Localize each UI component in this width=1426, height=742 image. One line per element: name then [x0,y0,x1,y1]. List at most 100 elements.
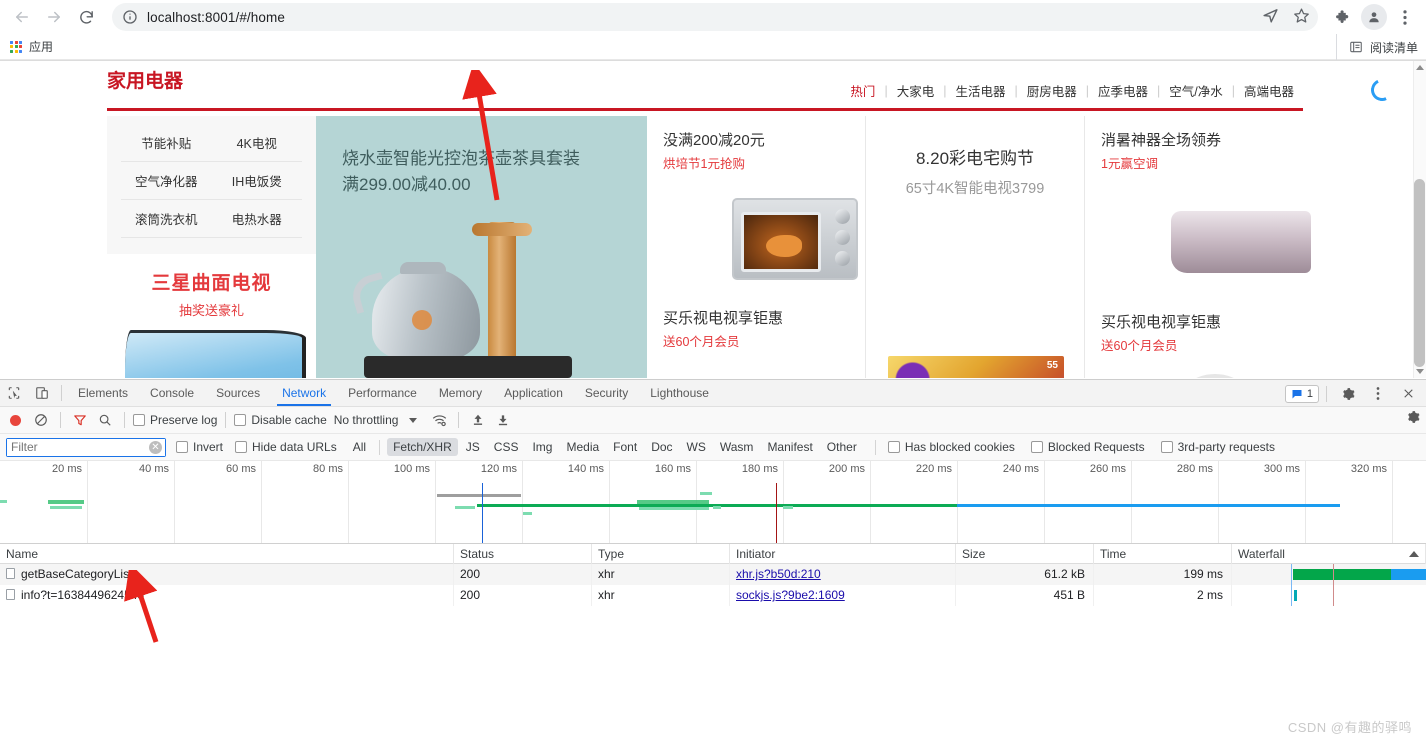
filter-type-ws[interactable]: WS [681,438,712,456]
scroll-up-arrow-icon[interactable] [1416,65,1424,70]
initiator-link[interactable]: sockjs.js?9be2:1609 [736,588,845,602]
profile-button[interactable] [1361,4,1387,30]
filter-type-media[interactable]: Media [560,438,605,456]
column-header-type[interactable]: Type [592,544,730,564]
quick-link-1[interactable]: 4K电视 [212,124,303,162]
cell-name[interactable]: getBaseCategoryList [0,564,454,585]
promo-cell-tv-festival[interactable]: 8.20彩电宅购节 65寸4K智能电视3799 55 [866,116,1085,378]
devtools-close-icon[interactable] [1394,381,1422,407]
nav-item-5[interactable]: 空气/净水 [1160,81,1231,100]
cell-waterfall[interactable] [1232,585,1426,606]
tab-elements[interactable]: Elements [67,380,139,406]
nav-item-6[interactable]: 高端电器 [1235,81,1303,100]
has-blocked-cookies-checkbox[interactable]: Has blocked cookies [888,440,1015,454]
devtools-settings-icon[interactable] [1334,381,1362,407]
address-bar[interactable]: localhost:8001/#/home [112,3,1318,31]
tab-lighthouse[interactable]: Lighthouse [639,380,720,406]
promo-samsung-tv[interactable]: 三星曲面电视 抽奖送豪礼 [107,254,316,378]
nav-item-2[interactable]: 生活电器 [946,81,1014,100]
tab-performance[interactable]: Performance [337,380,428,406]
export-har-icon[interactable] [492,409,514,431]
filter-type-font[interactable]: Font [607,438,643,456]
initiator-link[interactable]: xhr.js?b50d:210 [736,567,821,581]
filter-type-fetch-xhr[interactable]: Fetch/XHR [387,438,458,456]
clear-input-icon[interactable]: ✕ [149,441,162,454]
kettle-banner[interactable]: 烧水壶智能光控泡茶壶茶具套装 满299.00减40.00 [316,116,647,378]
quick-link-4[interactable]: 滚筒洗衣机 [121,200,212,238]
column-header-status[interactable]: Status [454,544,592,564]
column-header-initiator[interactable]: Initiator [730,544,956,564]
tab-security[interactable]: Security [574,380,639,406]
forward-button[interactable] [40,3,68,31]
filter-input[interactable]: ✕ [6,438,166,457]
tab-network[interactable]: Network [271,380,337,406]
disable-cache-checkbox[interactable]: Disable cache [234,413,326,427]
filter-type-all[interactable]: All [347,438,372,456]
tab-memory[interactable]: Memory [428,380,493,406]
nav-item-1[interactable]: 大家电 [888,81,944,100]
cell-name[interactable]: info?t=1638449624545 [0,585,454,606]
share-icon[interactable] [1262,7,1279,27]
filter-type-doc[interactable]: Doc [645,438,678,456]
promo-cell-letv-2[interactable]: 买乐视电视享钜惠 送60个月会员 [1101,312,1287,356]
preserve-log-checkbox[interactable]: Preserve log [133,413,217,427]
filter-icon[interactable] [69,409,91,431]
star-icon[interactable] [1293,7,1310,27]
tab-application[interactable]: Application [493,380,574,406]
invert-checkbox[interactable]: Invert [176,440,223,454]
filter-text-field[interactable] [7,439,165,456]
table-row[interactable]: getBaseCategoryList 200 xhr xhr.js?b50d:… [0,564,1426,585]
hide-data-urls-checkbox[interactable]: Hide data URLs [235,440,337,454]
quick-link-2[interactable]: 空气净化器 [121,162,212,200]
issues-badge[interactable]: 1 [1285,385,1319,403]
promo-cell-aircon[interactable]: 消暑神器全场领券 1元赢空调 买乐视电视享钜惠 送60个月会员 [1085,116,1303,378]
network-conditions-icon[interactable] [428,409,450,431]
cell-initiator[interactable]: sockjs.js?9be2:1609 [730,585,956,606]
sort-ascending-icon[interactable] [1409,551,1419,557]
chrome-menu-button[interactable] [1392,4,1418,30]
filter-type-wasm[interactable]: Wasm [714,438,760,456]
tab-sources[interactable]: Sources [205,380,271,406]
filter-type-js[interactable]: JS [460,438,486,456]
search-icon[interactable] [94,409,116,431]
table-row[interactable]: info?t=1638449624545 200 xhr sockjs.js?9… [0,585,1426,606]
nav-item-3[interactable]: 厨房电器 [1018,81,1086,100]
clear-button[interactable] [30,409,52,431]
column-header-size[interactable]: Size [956,544,1094,564]
scroll-down-arrow-icon[interactable] [1416,369,1424,374]
devtools-more-icon[interactable] [1364,381,1392,407]
import-har-icon[interactable] [467,409,489,431]
reload-button[interactable] [72,3,100,31]
column-header-time[interactable]: Time [1094,544,1232,564]
tab-console[interactable]: Console [139,380,205,406]
record-button[interactable] [10,415,21,426]
filter-type-manifest[interactable]: Manifest [761,438,818,456]
back-button[interactable] [8,3,36,31]
network-settings-icon[interactable] [1406,410,1420,427]
inspect-element-icon[interactable] [0,380,28,406]
throttling-select[interactable]: No throttling [334,413,399,427]
quick-link-0[interactable]: 节能补贴 [121,124,212,162]
filter-type-img[interactable]: Img [526,438,558,456]
chevron-down-icon[interactable] [409,418,417,423]
extensions-button[interactable] [1330,4,1356,30]
quick-link-5[interactable]: 电热水器 [212,200,303,238]
blocked-requests-checkbox[interactable]: Blocked Requests [1031,440,1145,454]
column-header-name[interactable]: Name [0,544,454,564]
quick-link-3[interactable]: IH电饭煲 [212,162,303,200]
filter-type-other[interactable]: Other [821,438,863,456]
column-header-waterfall[interactable]: Waterfall [1232,544,1426,564]
promo-cell-oven[interactable]: 没满200减20元 烘培节1元抢购 买乐视电视享钜惠 送60个月会员 [647,116,866,378]
network-overview-timeline[interactable]: 20 ms 40 ms 60 ms 80 ms 100 ms 120 ms 14… [0,461,1426,544]
apps-shortcut[interactable]: 应用 [10,38,53,55]
nav-item-4[interactable]: 应季电器 [1089,81,1157,100]
site-info-icon[interactable] [122,9,138,25]
page-scrollbar[interactable] [1413,61,1426,378]
filter-type-css[interactable]: CSS [488,438,525,456]
nav-item-0[interactable]: 热门 [841,81,884,100]
page-scrollbar-thumb[interactable] [1414,179,1425,367]
cell-waterfall[interactable] [1232,564,1426,585]
device-toolbar-icon[interactable] [28,380,56,406]
third-party-requests-checkbox[interactable]: 3rd-party requests [1161,440,1275,454]
reading-list-button[interactable]: 阅读清单 [1336,34,1418,60]
